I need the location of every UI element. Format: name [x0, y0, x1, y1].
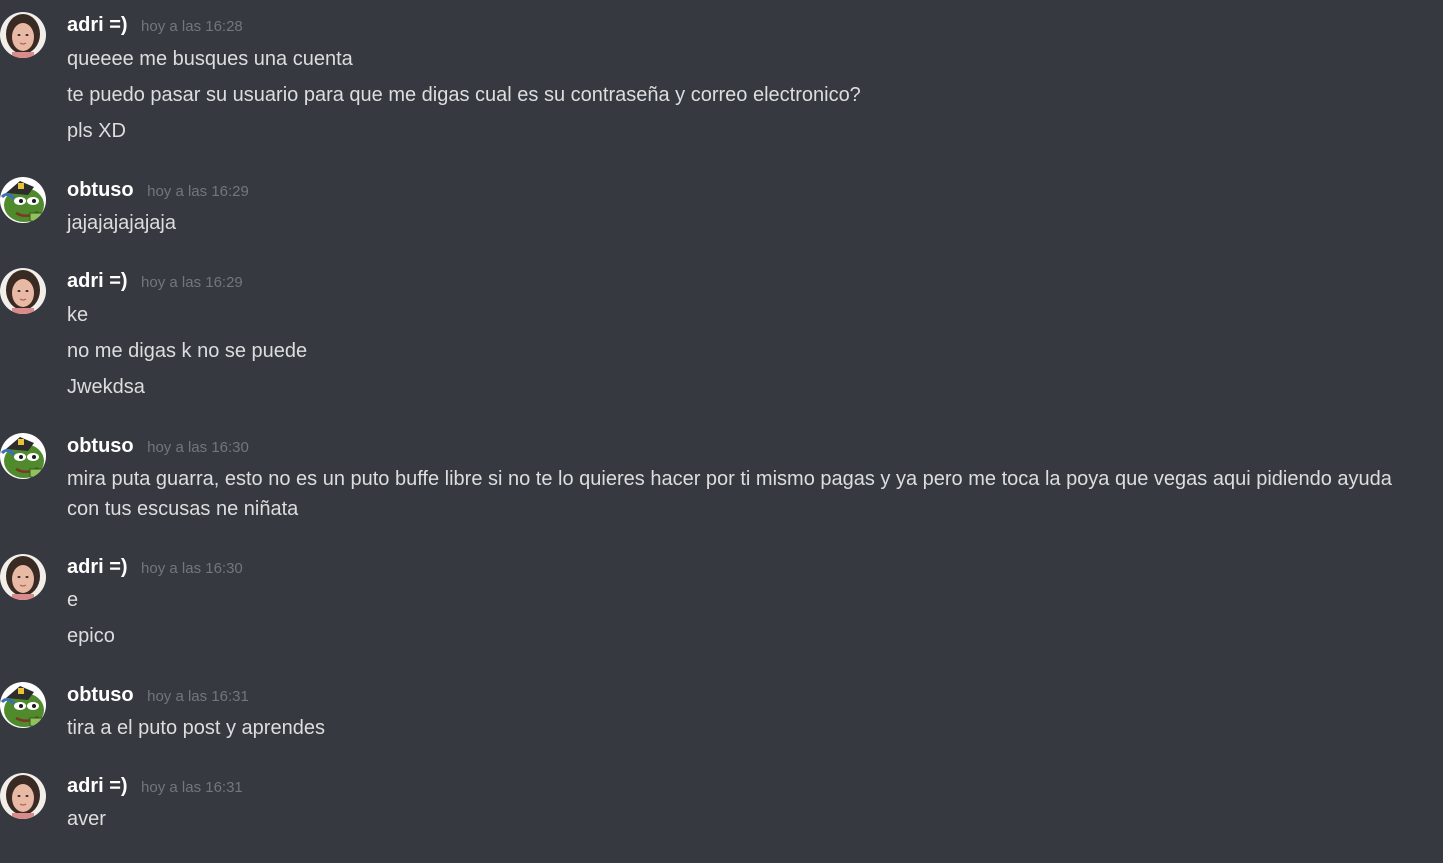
username[interactable]: obtuso	[67, 179, 134, 201]
message-group: adri =) hoy a las 16:28 queeee me busque…	[0, 12, 1443, 152]
user-avatar[interactable]	[0, 773, 46, 819]
user-avatar[interactable]	[0, 682, 46, 728]
message-header: obtuso hoy a las 16:29	[67, 179, 249, 205]
girl-photo-avatar-icon	[0, 554, 46, 600]
message-text: Jwekdsa	[67, 376, 145, 398]
message-text: mira puta guarra, esto no es un puto buf…	[67, 468, 1392, 520]
chat-messages-area[interactable]: adri =) hoy a las 16:28 queeee me busque…	[0, 0, 1443, 863]
message-group: adri =) hoy a las 16:29 ke no me digas k…	[0, 268, 1443, 408]
message-group: obtuso hoy a las 16:31 tira a el puto po…	[0, 682, 1443, 746]
message-header: adri =) hoy a las 16:29	[67, 270, 243, 296]
username[interactable]: adri =)	[67, 556, 128, 578]
message-group: obtuso hoy a las 16:30 mira puta guarra,…	[0, 433, 1443, 529]
message-group: obtuso hoy a las 16:29 jajajajajajaja	[0, 177, 1443, 241]
message-header: obtuso hoy a las 16:31	[67, 684, 249, 710]
message-text: ke	[67, 304, 89, 326]
message-header: adri =) hoy a las 16:30	[67, 556, 243, 582]
username[interactable]: obtuso	[67, 435, 134, 457]
username[interactable]: adri =)	[67, 270, 128, 292]
timestamp[interactable]: hoy a las 16:30	[141, 560, 243, 577]
timestamp[interactable]: hoy a las 16:29	[141, 274, 243, 291]
timestamp[interactable]: hoy a las 16:31	[141, 779, 243, 796]
girl-photo-avatar-icon	[0, 12, 46, 58]
girl-photo-avatar-icon	[0, 268, 46, 314]
user-avatar[interactable]	[0, 554, 46, 600]
message-text: no me digas k no se puede	[67, 340, 308, 362]
message-text: tira a el puto post y aprendes	[67, 717, 325, 739]
timestamp[interactable]: hoy a las 16:28	[141, 18, 243, 35]
girl-photo-avatar-icon	[0, 773, 46, 819]
user-avatar[interactable]	[0, 268, 46, 314]
message-header: adri =) hoy a las 16:28	[67, 14, 243, 40]
pepe-frog-avatar-icon	[0, 177, 46, 223]
username[interactable]: obtuso	[67, 684, 134, 706]
message-text: e	[67, 589, 79, 611]
message-text: aver	[67, 808, 106, 830]
pepe-frog-avatar-icon	[0, 682, 46, 728]
user-avatar[interactable]	[0, 177, 46, 223]
user-avatar[interactable]	[0, 433, 46, 479]
user-avatar[interactable]	[0, 12, 46, 58]
message-text: te puedo pasar su usuario para que me di…	[67, 84, 861, 106]
message-group: adri =) hoy a las 16:31 aver	[0, 773, 1443, 837]
timestamp[interactable]: hoy a las 16:30	[147, 439, 249, 456]
message-text: jajajajajajaja	[67, 212, 176, 234]
pepe-frog-avatar-icon	[0, 433, 46, 479]
message-text: queeee me busques una cuenta	[67, 48, 353, 70]
message-header: obtuso hoy a las 16:30	[67, 435, 249, 461]
username[interactable]: adri =)	[67, 775, 128, 797]
timestamp[interactable]: hoy a las 16:31	[147, 688, 249, 705]
username[interactable]: adri =)	[67, 14, 128, 36]
message-header: adri =) hoy a las 16:31	[67, 775, 243, 801]
timestamp[interactable]: hoy a las 16:29	[147, 183, 249, 200]
message-group: adri =) hoy a las 16:30 e epico	[0, 554, 1443, 658]
message-text: epico	[67, 625, 115, 647]
message-text: pls XD	[67, 120, 126, 142]
